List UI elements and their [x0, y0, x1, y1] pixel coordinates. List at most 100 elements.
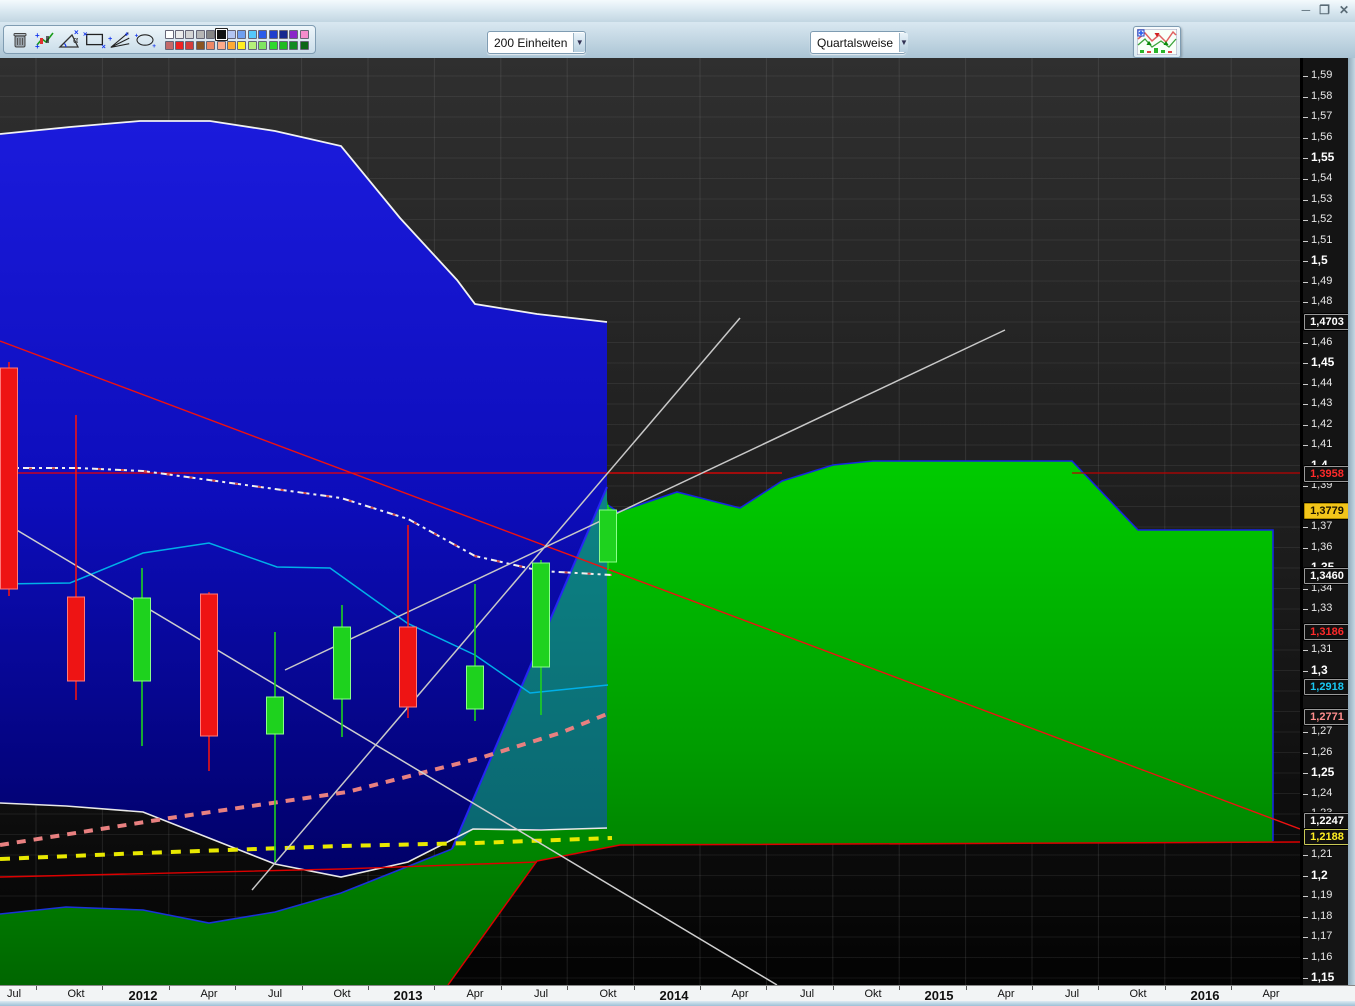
color-swatch[interactable] [247, 29, 257, 39]
y-axis-tick [1303, 97, 1308, 98]
color-swatch[interactable] [175, 40, 185, 50]
price-level-label: 1,3958 [1304, 466, 1350, 482]
candle-body [0, 367, 18, 590]
units-dropdown[interactable]: 200 Einheiten ▼ [487, 31, 586, 54]
color-swatch[interactable] [195, 40, 205, 50]
y-axis-label: 1,16 [1311, 951, 1333, 963]
y-axis-label: 1,44 [1311, 377, 1333, 389]
time-axis[interactable]: Jul Okt 2012 Apr Jul Okt 2013 Apr Jul Okt 2014 Apr J… [0, 985, 1355, 1003]
y-axis-label: 1,33 [1311, 602, 1333, 614]
y-axis-tick [1303, 978, 1308, 979]
x-axis-tick [965, 986, 967, 990]
color-swatch[interactable] [278, 40, 288, 50]
x-axis-label: Okt [1129, 988, 1147, 1000]
color-swatch[interactable] [216, 40, 226, 50]
delete-drawing-tool[interactable] [8, 28, 32, 52]
y-axis-tick [1303, 650, 1308, 651]
chevron-down-icon[interactable]: ▼ [573, 33, 585, 52]
color-swatch[interactable] [258, 40, 268, 50]
y-axis-tick [1303, 76, 1308, 77]
color-swatch[interactable] [164, 29, 174, 39]
color-swatch[interactable] [268, 29, 278, 39]
color-swatch[interactable] [237, 40, 247, 50]
x-axis-tick [899, 986, 901, 990]
svg-text:×: × [83, 29, 87, 38]
window-bottom-border [0, 1001, 1355, 1006]
color-swatch[interactable] [268, 40, 278, 50]
y-axis-tick [1303, 753, 1308, 754]
ellipse-tool[interactable]: + + [133, 28, 157, 52]
color-swatch[interactable] [195, 29, 205, 39]
drawing-toolbar: + + α × × × + + + + 200 Einheiten ▼ Quar… [0, 22, 1355, 60]
color-swatch[interactable] [299, 29, 309, 39]
price-level-label: 1,4703 [1304, 314, 1350, 330]
y-axis-label: 1,42 [1311, 418, 1333, 430]
color-swatch[interactable] [164, 40, 174, 50]
color-swatch[interactable] [278, 29, 288, 39]
x-axis-tick [368, 986, 369, 990]
color-swatch[interactable] [206, 29, 216, 39]
minimize-icon[interactable]: ─ [1302, 4, 1311, 16]
chart-plot-area[interactable] [0, 58, 1300, 985]
interval-dropdown[interactable]: Quartalsweise ▼ [810, 31, 908, 54]
color-swatch[interactable] [258, 29, 268, 39]
chart-view-button[interactable] [1133, 26, 1181, 58]
candle-body [200, 593, 218, 737]
fan-lines-tool[interactable]: + + [108, 28, 132, 52]
color-swatch[interactable] [289, 29, 299, 39]
y-axis-tick [1303, 117, 1308, 118]
candle-body [466, 665, 484, 710]
y-axis-tick [1303, 384, 1308, 385]
x-axis-label: Apr [200, 988, 218, 1000]
color-swatch[interactable] [214, 27, 228, 41]
y-axis-tick [1303, 937, 1308, 938]
color-swatch[interactable] [227, 40, 237, 50]
x-axis-tick [434, 986, 436, 990]
y-axis-label: 1,55 [1311, 150, 1335, 164]
x-axis-label: Jul [1064, 988, 1080, 1000]
color-swatch[interactable] [206, 40, 216, 50]
x-axis-tick [235, 986, 237, 990]
indicator-draw-tool[interactable]: + + [33, 28, 57, 52]
color-swatch[interactable] [289, 40, 299, 50]
color-swatch[interactable] [175, 29, 185, 39]
y-axis-tick [1303, 343, 1308, 344]
color-swatch[interactable] [237, 29, 247, 39]
x-axis-label: Jul [799, 988, 815, 1000]
rectangle-tool[interactable]: × × [83, 28, 107, 52]
color-swatch[interactable] [247, 40, 257, 50]
x-axis-tick [700, 986, 701, 990]
y-axis-label: 1,48 [1311, 295, 1333, 307]
y-axis-tick [1303, 445, 1308, 446]
x-axis-tick [1231, 986, 1233, 990]
x-axis-tick [1032, 986, 1033, 990]
candle-body [532, 562, 550, 668]
x-axis-label: Okt [67, 988, 85, 1000]
svg-text:×: × [74, 29, 79, 37]
y-axis-tick [1303, 363, 1308, 364]
svg-text:+: + [35, 31, 40, 40]
ellipse-icon: + + [135, 32, 157, 49]
price-axis[interactable]: 1,59 1,58 1,57 1,56 1,55 1,54 1,53 1,52 1,51 1,5 1… [1300, 58, 1351, 985]
y-axis-label: 1,52 [1311, 213, 1333, 225]
x-axis-tick [500, 986, 502, 990]
chevron-down-icon[interactable]: ▼ [899, 33, 908, 52]
svg-text:+: + [135, 32, 139, 39]
y-axis-tick [1303, 876, 1308, 877]
y-axis-tick [1303, 302, 1308, 303]
y-axis-tick [1303, 404, 1308, 405]
y-axis-label: 1,37 [1311, 520, 1333, 532]
y-axis-tick [1303, 958, 1308, 959]
angle-tool[interactable]: α × [58, 28, 82, 52]
color-swatch[interactable] [185, 29, 195, 39]
y-axis-tick [1303, 896, 1308, 897]
candle-body [133, 597, 151, 682]
color-swatch[interactable] [227, 29, 237, 39]
y-axis-label: 1,25 [1311, 765, 1335, 779]
color-swatch[interactable] [185, 40, 195, 50]
close-icon[interactable]: ✕ [1339, 4, 1349, 16]
y-axis-tick [1303, 773, 1308, 774]
y-axis-label: 1,19 [1311, 889, 1333, 901]
color-swatch[interactable] [299, 40, 309, 50]
restore-icon[interactable]: ❐ [1319, 4, 1330, 16]
